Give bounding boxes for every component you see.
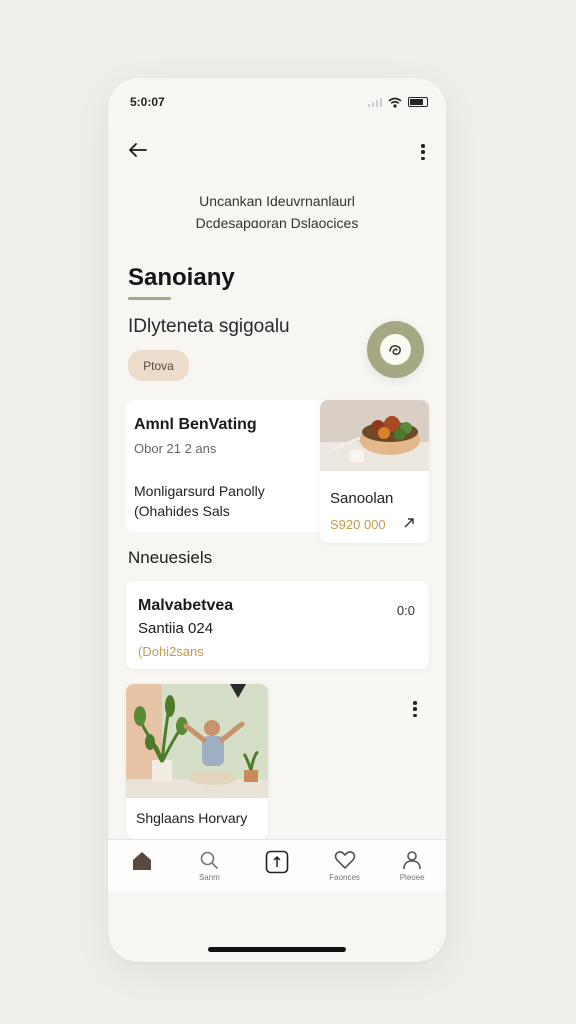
add-square-icon (265, 850, 289, 874)
header-subtitle-line1: Uncankan Ideuvrnanlaurl (199, 193, 355, 209)
food-card[interactable]: Sanoolan S920 000 (320, 400, 429, 543)
nav-search[interactable]: Sanm (176, 840, 244, 891)
title-underline (128, 297, 171, 300)
list-card-subtitle: Santiia 024 (138, 620, 214, 637)
person-meditating-image (126, 684, 268, 798)
phone-screen: 5:0:07 Uncankan Ideuvrnanlaurl Dcdesapɑo… (108, 78, 446, 962)
nav-favorites-label: Faonces (329, 873, 360, 882)
back-arrow-icon[interactable] (126, 138, 150, 162)
header-subtitle-line2: Dcdesapɑoran Dslaocices (195, 215, 359, 231)
nav-add[interactable] (243, 840, 311, 891)
action-fab-button[interactable] (367, 321, 424, 378)
list-card-title: Malvabetvea (138, 597, 234, 614)
signal-icon (368, 97, 382, 107)
list-card-meta: (Dohi2sans (138, 644, 204, 659)
home-indicator[interactable] (208, 947, 346, 952)
battery-icon (408, 97, 428, 107)
search-icon (201, 851, 219, 869)
profile-chip[interactable]: Ptova (128, 350, 189, 381)
status-time: 5:0:07 (130, 95, 165, 109)
swirl-icon (388, 344, 401, 355)
list-card-value: 0:0 (396, 603, 415, 618)
nav-favorites[interactable]: Faonces (311, 840, 379, 891)
person-card-title: Shglaans Horvary (136, 810, 248, 826)
profile-title: Sanoiany (128, 264, 235, 291)
header-subtitle: Uncankan Ideuvrnanlaurl Dcdesapɑoran Dsl… (108, 190, 446, 234)
home-icon (132, 852, 151, 870)
featured-card-title: Amnl BenVating (134, 416, 257, 433)
featured-card-line2: (Ohahides Sals (134, 503, 230, 519)
more-options-icon[interactable] (418, 141, 428, 163)
food-card-title: Sanoolan (330, 490, 394, 507)
nav-profile[interactable]: Pleoee (378, 840, 446, 891)
list-card[interactable]: Malvabetvea Santiia 024 (Dohi2sans 0:0 (126, 581, 429, 669)
wifi-icon (388, 97, 402, 108)
featured-card[interactable]: Amnl BenVating Obor 21 2 ans Monligarsur… (126, 400, 340, 532)
profile-subtitle: IDlyteneta sgigoalu (128, 316, 290, 337)
card-more-icon[interactable] (410, 698, 420, 720)
profile-icon (403, 851, 421, 870)
section-title: Nneuesiels (128, 548, 213, 567)
nav-home[interactable] (108, 840, 176, 891)
nav-profile-label: Pleoee (399, 873, 425, 882)
heart-icon (334, 851, 355, 870)
person-card[interactable]: Shglaans Horvary (126, 684, 268, 839)
status-icons (368, 97, 428, 108)
featured-card-meta: Obor 21 2 ans (134, 441, 217, 456)
nav-search-label: Sanm (198, 873, 220, 882)
featured-card-line1: Monligarsurd Panolly (134, 483, 265, 499)
food-card-price: S920 000 (330, 517, 386, 532)
status-bar: 5:0:07 (130, 94, 428, 110)
food-bowl-image (320, 400, 429, 471)
arrow-icon[interactable] (403, 517, 415, 529)
bottom-nav: Sanm Faonces Pleoee (108, 839, 446, 891)
